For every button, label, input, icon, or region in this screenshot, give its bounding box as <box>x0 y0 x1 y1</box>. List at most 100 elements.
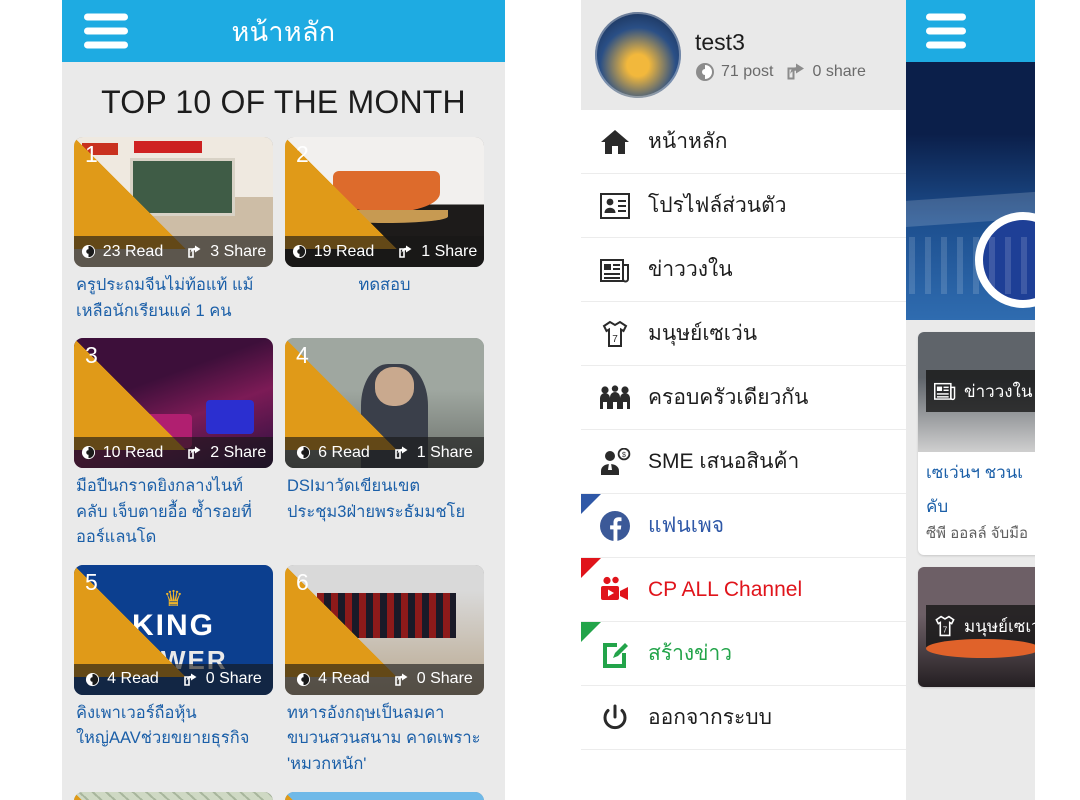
menu-item-cp-all-channel[interactable]: CP ALL Channel <box>581 558 906 622</box>
rank-badge: 7 <box>74 791 186 800</box>
share-count: 3 Share <box>210 242 267 260</box>
hamburger-icon[interactable] <box>926 13 966 49</box>
card-thumbnail[interactable]: 3 10 Read 2 Share <box>74 338 273 469</box>
svg-text:$: $ <box>622 452 626 459</box>
card-thumbnail[interactable]: ข่าววงใน <box>918 332 1035 452</box>
menu-item-label: มนุษย์เซเว่น <box>648 322 758 345</box>
card-stats: 19 Read 1 Share <box>285 236 484 267</box>
share-icon <box>394 445 410 460</box>
menu-item-family[interactable]: ครอบครัวเดียวกัน <box>581 366 906 430</box>
read-count: 19 Read <box>313 242 375 260</box>
card-thumbnail[interactable]: 7 <box>74 791 273 800</box>
card-stats: 4 Read 0 Share <box>74 663 273 695</box>
rank-badge: 3 <box>74 338 186 451</box>
card-title[interactable]: คิงเพาเวอร์ถือหุ้นใหญ่AAVช่วยขยายธุรกิจ <box>74 695 273 752</box>
category-tag: 7 มนุษย์เซเว่ <box>926 605 1035 647</box>
newspaper-icon <box>598 257 632 283</box>
newspaper-icon <box>934 381 956 401</box>
menu-item-profile[interactable]: โปรไฟล์ส่วนตัว <box>581 174 906 238</box>
rank-badge: 1 <box>74 137 186 249</box>
corner-flag-red <box>581 558 601 578</box>
hero-banner <box>906 62 1035 320</box>
power-icon <box>598 704 632 732</box>
card-stats: 6 Read 1 Share <box>285 437 484 469</box>
screen: หน้าหลัก TOP 10 OF THE MONTH 1 23 Read 3… <box>0 0 1080 800</box>
menu-item-label: ครอบครัวเดียวกัน <box>648 386 809 409</box>
corner-flag-blue <box>581 494 601 514</box>
rank-badge: 4 <box>285 338 397 451</box>
share-count: 0 Share <box>205 670 262 688</box>
card-thumbnail[interactable]: 8 <box>285 791 484 800</box>
feed-card[interactable]: ♛ KING POWER 5 4 Read 0 S <box>74 564 273 778</box>
eye-icon <box>81 244 96 259</box>
menu-item-fanpage[interactable]: แฟนเพจ <box>581 494 906 558</box>
eye-icon <box>296 445 311 460</box>
rank-badge: 8 <box>285 791 397 800</box>
right-appbar <box>906 0 1035 62</box>
right-preview-panel: ข่าววงใน เซเว่นฯ ชวนเ คับ ซีพี ออลล์ จับ… <box>906 0 1035 800</box>
menu-item-seven-people[interactable]: 7 มนุษย์เซเว่น <box>581 302 906 366</box>
menu-item-label: โปรไฟล์ส่วนตัว <box>648 194 787 217</box>
card-thumbnail[interactable]: 6 4 Read 0 Share <box>285 564 484 695</box>
feed-card[interactable]: 6 4 Read 0 Share ทหารอังกฤษเป็นลมคาขบวนส… <box>285 564 484 778</box>
feed-card[interactable]: 4 6 Read 1 Share DSIมาวัดเขียนเขตประชุม3… <box>285 338 484 551</box>
share-count: 0 Share <box>416 670 473 688</box>
right-news-card[interactable]: ข่าววงใน เซเว่นฯ ชวนเ คับ ซีพี ออลล์ จับ… <box>918 332 1035 555</box>
read-count: 6 Read <box>318 443 370 461</box>
menu-item-create-news[interactable]: สร้างข่าว <box>581 622 906 686</box>
rank-badge: 2 <box>285 137 397 249</box>
feed-card[interactable]: 8 <box>285 791 484 800</box>
feed-card[interactable]: 2 19 Read 1 Share ทดสอบ <box>285 137 484 324</box>
card-title[interactable]: ทดสอบ <box>285 267 484 299</box>
card-thumbnail[interactable]: 1 23 Read 3 Share <box>74 137 273 267</box>
rank-badge: 6 <box>285 564 397 677</box>
feed-card[interactable]: 3 10 Read 2 Share มือปืนกราดยิงกลางไนท์ค… <box>74 338 273 551</box>
card-thumbnail[interactable]: 4 6 Read 1 Share <box>285 338 484 469</box>
svg-text:7: 7 <box>943 625 947 634</box>
share-icon <box>187 445 203 460</box>
feed-card[interactable]: 7 <box>74 791 273 800</box>
category-tag: ข่าววงใน <box>926 370 1035 412</box>
eye-icon <box>695 62 715 82</box>
category-label: มนุษย์เซเว่ <box>964 616 1035 636</box>
menu-item-label: ข่าววงใน <box>648 258 733 281</box>
right-news-card[interactable]: 7 มนุษย์เซเว่ <box>918 567 1035 687</box>
profile-header[interactable]: test3 71 post 0 share <box>581 0 906 110</box>
menu-item-label: ออกจากระบบ <box>648 706 772 729</box>
card-stats: 23 Read 3 Share <box>74 236 273 267</box>
card-title[interactable]: เซเว่นฯ ชวนเ <box>918 452 1035 486</box>
profile-info: test3 71 post 0 share <box>695 29 866 82</box>
card-stats: 4 Read 0 Share <box>285 663 484 695</box>
card-stats: 10 Read 2 Share <box>74 437 273 469</box>
post-count: 71 post <box>721 62 774 80</box>
card-thumbnail[interactable]: 2 19 Read 1 Share <box>285 137 484 267</box>
hamburger-icon[interactable] <box>84 13 128 49</box>
card-title[interactable]: ครูประถมจีนไม่ท้อแท้ แม้เหลือนักเรียนแค่… <box>74 267 273 324</box>
share-icon <box>398 244 414 259</box>
card-title[interactable]: ทหารอังกฤษเป็นลมคาขบวนสวนสนาม คาดเพราะ '… <box>285 695 484 778</box>
share-icon <box>786 62 806 81</box>
menu-item-sme[interactable]: $ SME เสนอสินค้า <box>581 430 906 494</box>
card-title-line2[interactable]: คับ <box>918 486 1035 520</box>
card-thumbnail[interactable]: ♛ KING POWER 5 4 Read 0 S <box>74 564 273 695</box>
salesman-icon: $ <box>598 447 632 476</box>
corner-flag-green <box>581 622 601 642</box>
share-icon <box>187 244 203 259</box>
card-title[interactable]: มือปืนกราดยิงกลางไนท์คลับ เจ็บตายอื้อ ซ้… <box>74 468 273 551</box>
family-icon <box>598 384 632 411</box>
menu-item-home[interactable]: หน้าหลัก <box>581 110 906 174</box>
card-thumbnail[interactable]: 7 มนุษย์เซเว่ <box>918 567 1035 687</box>
banner-logo-ring <box>975 212 1035 308</box>
read-count: 23 Read <box>102 242 164 260</box>
menu-item-logout[interactable]: ออกจากระบบ <box>581 686 906 750</box>
menu-item-inside-news[interactable]: ข่าววงใน <box>581 238 906 302</box>
avatar[interactable] <box>595 12 681 98</box>
compose-icon <box>598 639 632 669</box>
share-icon <box>183 672 199 687</box>
jersey-icon: 7 <box>934 615 956 637</box>
read-count: 4 Read <box>318 670 370 688</box>
feed-card[interactable]: 1 23 Read 3 Share ครูประถมจีนไม่ท้อแท้ แ… <box>74 137 273 324</box>
profile-name: test3 <box>695 28 745 55</box>
card-title[interactable]: DSIมาวัดเขียนเขตประชุม3ฝ่ายพระธัมมชโย <box>285 468 484 525</box>
share-icon <box>394 672 410 687</box>
